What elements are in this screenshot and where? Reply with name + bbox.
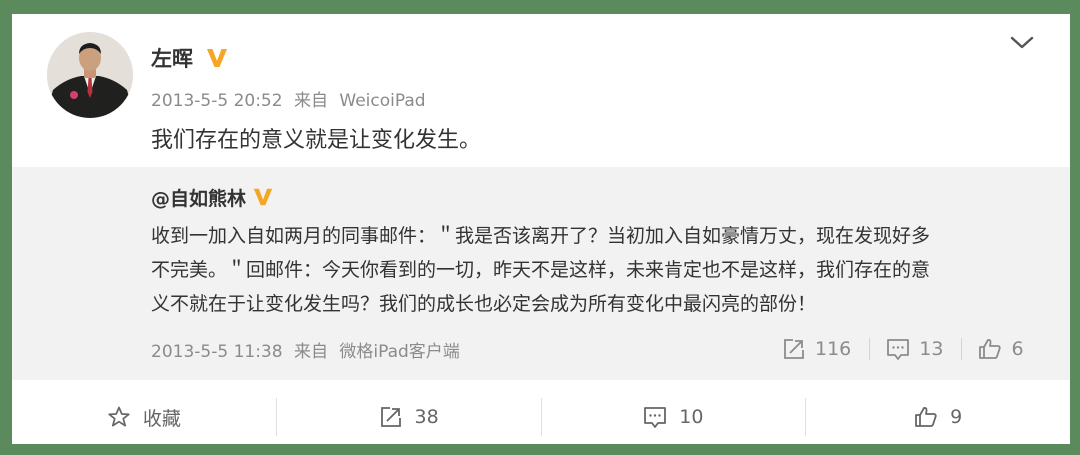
favorite-button[interactable]: 收藏 (12, 390, 276, 444)
divider (961, 338, 963, 360)
comment-button[interactable]: 10 (542, 390, 806, 444)
divider (869, 338, 871, 360)
chevron-down-icon[interactable] (1009, 32, 1035, 54)
repost-share-button[interactable]: 116 (782, 337, 851, 361)
post-source[interactable]: WeicoiPad (339, 91, 425, 111)
repost-text-line: 不完美。＂回邮件：今天你看到的一切，昨天不是这样，未来肯定也不是这样，我们存在的… (151, 259, 931, 281)
post-content: 我们存在的意义就是让变化发生。 (151, 128, 482, 153)
repost-meta: 2013-5-5 11:38 来自 微格iPad客户端 (151, 337, 460, 362)
star-icon (108, 406, 130, 427)
favorite-label: 收藏 (142, 407, 181, 430)
comment-icon (644, 407, 667, 428)
repost-text-line: 收到一加入自如两月的同事邮件：＂我是否该离开了？当初加入自如豪情万丈，现在发现好… (151, 225, 931, 247)
repost-text: 收到一加入自如两月的同事邮件：＂我是否该离开了？当初加入自如豪情万丈，现在发现好… (151, 219, 1031, 321)
verified-v-icon (252, 186, 274, 208)
avatar[interactable] (47, 32, 133, 118)
author-name[interactable]: 左晖 (151, 43, 193, 73)
author-row: 左晖 (151, 42, 229, 74)
share-arrow-icon (380, 407, 401, 427)
via-label: 来自 (293, 342, 328, 362)
share-arrow-icon (784, 339, 804, 359)
post-date: 2013-5-5 20:52 (151, 91, 283, 111)
via-label: 来自 (293, 91, 328, 111)
thumbs-up-icon (979, 339, 1002, 359)
weibo-post-card: 左晖 2013-5-5 20:52 来自 WeicoiPad 我们存在的意义就是… (12, 14, 1070, 444)
repost-actions: 116 13 6 (782, 334, 1024, 364)
repost-like-button[interactable]: 6 (978, 337, 1024, 361)
repost-text-line: 义不就在于让变化发生吗？我们的成长也必定会成为所有变化中最闪亮的部份！ (151, 293, 817, 315)
repost-comment-count: 13 (919, 338, 944, 360)
verified-v-icon (205, 46, 229, 70)
repost-source[interactable]: 微格iPad客户端 (339, 342, 459, 362)
repost-date: 2013-5-5 11:38 (151, 342, 283, 362)
repost-author[interactable]: @自如熊林 (151, 184, 246, 211)
repost-share-count: 116 (815, 338, 852, 360)
repost-author-row: @自如熊林 (151, 183, 274, 211)
repost-comment-button[interactable]: 13 (886, 337, 943, 361)
like-count: 9 (950, 406, 963, 428)
post-meta: 2013-5-5 20:52 来自 WeicoiPad (151, 86, 426, 111)
repost-count: 38 (414, 406, 439, 428)
thumbs-up-icon (915, 407, 937, 427)
reposted-weibo[interactable]: @自如熊林 收到一加入自如两月的同事邮件：＂我是否该离开了？当初加入自如豪情万丈… (12, 167, 1070, 380)
repost-button[interactable]: 38 (277, 390, 541, 444)
comment-icon (887, 339, 910, 360)
repost-like-count: 6 (1011, 338, 1024, 360)
like-button[interactable]: 9 (806, 390, 1070, 444)
comment-count: 10 (679, 406, 704, 428)
action-bar: 收藏 38 10 9 (12, 390, 1070, 444)
